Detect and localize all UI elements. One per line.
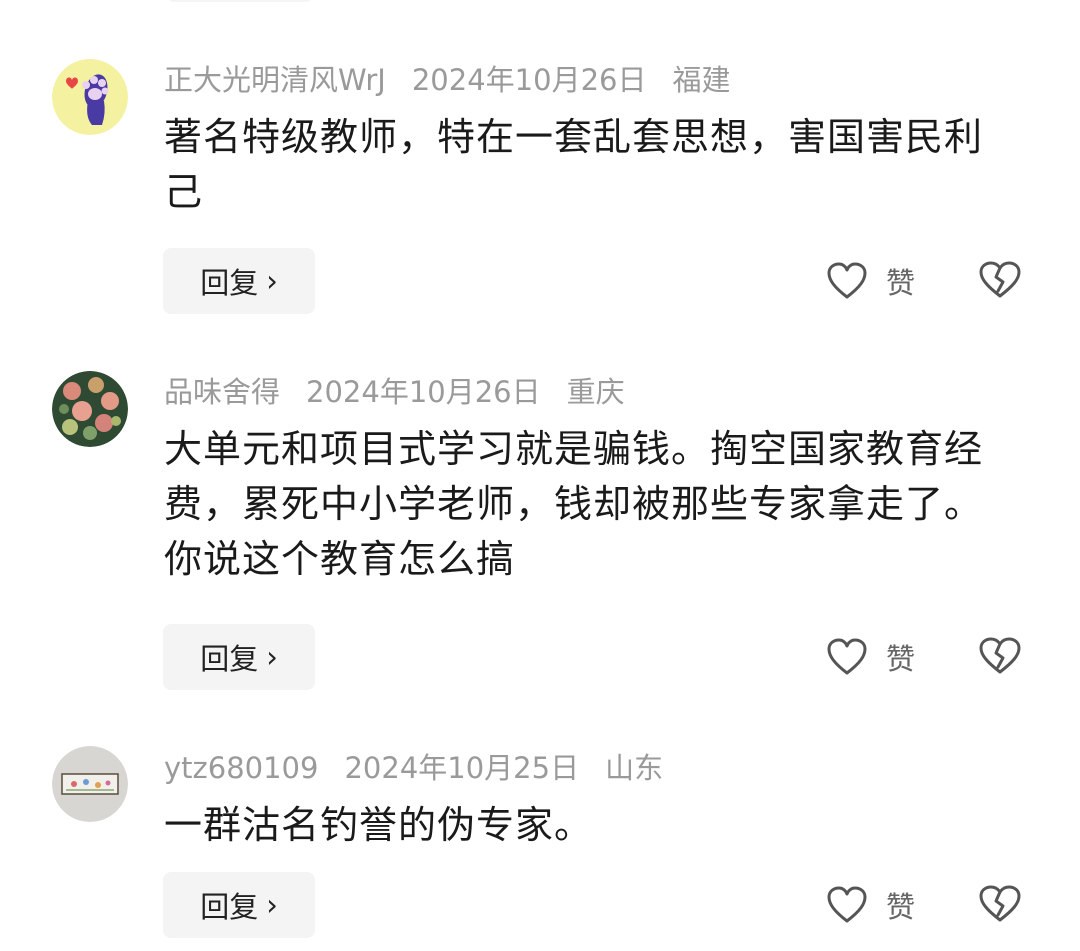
dislike-button[interactable] [978,883,1022,927]
like-button[interactable]: 赞 [826,883,915,927]
comment-location: 山东 [605,751,664,785]
reply-button[interactable]: 回复 › [163,872,315,938]
broken-heart-icon [979,261,1021,298]
like-label: 赞 [886,890,916,924]
reply-label: 回复 [200,642,259,676]
chevron-right-icon: › [266,640,278,674]
broken-heart-icon [979,637,1021,674]
comment-text: 著名特级教师，特在一套乱套思想，害国害民利己 [164,115,984,214]
heart-icon [827,638,867,675]
avatar[interactable] [52,59,128,135]
comment-location: 福建 [672,63,731,97]
dislike-button[interactable] [978,259,1022,303]
reply-label: 回复 [200,890,259,924]
paw-icon [52,59,128,135]
like-button[interactable]: 赞 [826,635,915,679]
heart-icon [827,886,867,923]
comment-date: 2024年10月26日 [306,375,541,409]
avatar[interactable] [52,746,128,822]
heart-icon [827,262,867,299]
painting-photo-icon [52,746,128,822]
like-label: 赞 [886,266,916,300]
comment-text: 一群沽名钓誉的伪专家。 [164,803,594,847]
avatar[interactable] [52,371,128,447]
comment-text: 大单元和项目式学习就是骗钱。掏空国家教育经费，累死中小学老师，钱却被那些专家拿走… [164,427,984,581]
broken-heart-icon [979,885,1021,922]
chevron-right-icon: › [266,888,278,922]
previous-reply-button-edge [165,0,315,2]
like-button[interactable]: 赞 [826,259,915,303]
reply-button[interactable]: 回复 › [163,624,315,690]
reply-label: 回复 [200,266,259,300]
comment-date: 2024年10月25日 [344,751,580,785]
like-label: 赞 [886,642,916,676]
comment-meta: 品味舍得 2024年10月26日 重庆 [164,372,651,412]
comment-meta: ytz680109 2024年10月25日 山东 [164,748,689,788]
dislike-button[interactable] [978,635,1022,679]
reply-button[interactable]: 回复 › [163,248,315,314]
username[interactable]: 正大光明清风WrJ [164,63,386,97]
username[interactable]: 品味舍得 [164,375,280,409]
username[interactable]: ytz680109 [164,751,318,785]
chevron-right-icon: › [266,264,278,298]
flower-photo-icon [52,371,128,447]
comment-location: 重庆 [566,375,625,409]
comment-date: 2024年10月26日 [411,63,647,97]
comment-meta: 正大光明清风WrJ 2024年10月26日 福建 [164,60,756,100]
